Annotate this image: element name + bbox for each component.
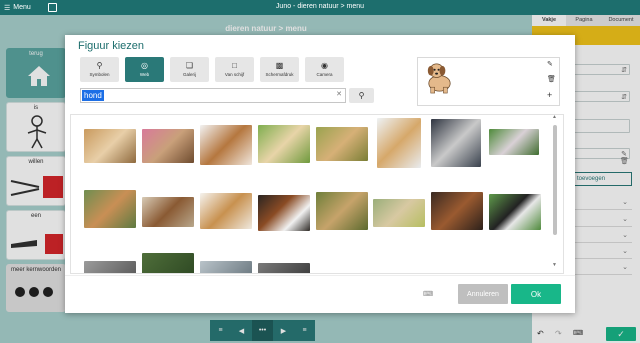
image-results-grid [70, 114, 564, 274]
result-image[interactable] [489, 129, 539, 155]
result-image[interactable] [84, 129, 136, 163]
source-screenshot-button[interactable]: ▩ Schermafdruk [260, 57, 299, 82]
result-image[interactable] [316, 192, 368, 230]
selected-image-preview: ✎ 🗑 + [417, 57, 560, 106]
source-disk-button[interactable]: □ Van schijf [215, 57, 254, 82]
search-input[interactable]: hond ✕ [80, 88, 346, 103]
source-camera-button[interactable]: ◉ Camera [305, 57, 344, 82]
gallery-icon: ❏ [185, 61, 194, 70]
search-button[interactable]: ⚲ [349, 88, 374, 103]
search-icon: ⚲ [358, 91, 365, 100]
result-image[interactable] [84, 190, 136, 228]
top-bar: ☰ Menu Juno - dieren natuur > menu [0, 0, 640, 15]
source-web-button[interactable]: ◎ Web [125, 57, 164, 82]
keyboard-icon[interactable]: ⌨ [423, 290, 433, 298]
search-icon: ⚲ [96, 61, 103, 70]
result-image[interactable] [489, 194, 541, 230]
dialog-title: Figuur kiezen [78, 40, 145, 52]
result-image[interactable] [142, 253, 194, 273]
result-image[interactable] [142, 197, 194, 227]
result-image[interactable] [200, 125, 252, 165]
camera-icon: ◉ [321, 61, 328, 70]
result-image[interactable] [377, 118, 421, 168]
scroll-up-icon[interactable]: ▲ [552, 114, 557, 120]
globe-icon: ◎ [141, 61, 148, 70]
result-image[interactable] [200, 261, 252, 273]
result-image[interactable] [258, 263, 310, 273]
result-image[interactable] [142, 129, 194, 163]
source-symbols-button[interactable]: ⚲ Symbolen [80, 57, 119, 82]
trash-icon[interactable]: 🗑 [547, 75, 556, 83]
source-gallery-button[interactable]: ❏ Galerij [170, 57, 209, 82]
result-image[interactable] [316, 127, 368, 161]
screenshot-icon: ▩ [275, 61, 284, 70]
image-picker-dialog: Figuur kiezen ⚲ Symbolen ◎ Web ❏ Galerij… [65, 35, 575, 313]
dog-symbol-image [427, 63, 451, 94]
scrollbar-thumb[interactable] [553, 125, 557, 235]
search-input-value: hond [82, 90, 104, 101]
result-image[interactable] [373, 199, 425, 227]
result-image[interactable] [84, 261, 136, 273]
edit-icon[interactable]: ✎ [547, 60, 553, 68]
result-image[interactable] [258, 125, 310, 163]
result-image[interactable] [431, 192, 483, 230]
divider [65, 275, 575, 276]
folder-icon: □ [232, 61, 237, 70]
add-icon[interactable]: + [547, 90, 552, 100]
result-image[interactable] [258, 195, 310, 231]
app-title: Juno - dieren natuur > menu [275, 3, 365, 10]
scroll-down-icon[interactable]: ▼ [552, 262, 557, 268]
result-image[interactable] [431, 119, 481, 167]
clear-icon[interactable]: ✕ [336, 90, 342, 98]
result-image[interactable] [200, 193, 252, 229]
ok-button[interactable]: Ok [511, 284, 561, 304]
cancel-button[interactable]: Annuleren [458, 284, 508, 304]
